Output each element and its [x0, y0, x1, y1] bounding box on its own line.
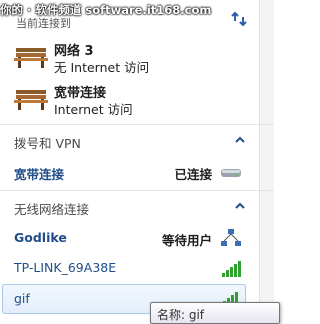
connection-name: Godlike	[14, 230, 67, 245]
wireless-row-godlike[interactable]: Godlike 等待用户	[0, 224, 274, 252]
refresh-icon[interactable]	[230, 10, 248, 28]
wireless-row-tplink[interactable]: TP-LINK_69A38E	[0, 254, 274, 282]
group-label: 拨号和 VPN	[14, 136, 81, 151]
connection-status: 已连接	[174, 167, 212, 182]
tooltip: 名称: gif	[150, 302, 280, 324]
broadband-subtitle: Internet 访问	[54, 102, 133, 117]
divider	[0, 190, 274, 191]
watermark-text: 你的 · 软件频道 software.it168.com	[0, 3, 212, 17]
connection-status: 等待用户	[161, 233, 212, 248]
modem-icon	[220, 162, 242, 182]
network-subtitle: 无 Internet 访问	[54, 60, 150, 75]
group-label: 无线网络连接	[14, 202, 90, 217]
bench-network-icon	[14, 42, 48, 70]
divider	[0, 124, 274, 125]
chevron-up-icon	[234, 134, 246, 146]
group-header-dialup[interactable]: 拨号和 VPN	[0, 128, 274, 154]
connection-name: gif	[14, 291, 30, 306]
current-network-item[interactable]: 网络 3 无 Internet 访问	[14, 40, 254, 76]
connection-name: 宽带连接	[14, 167, 65, 182]
wifi-signal-icon	[220, 258, 242, 278]
connection-row-broadband[interactable]: 宽带连接 已连接	[0, 158, 274, 186]
connection-name: TP-LINK_69A38E	[14, 260, 117, 275]
group-header-wireless[interactable]: 无线网络连接	[0, 194, 274, 220]
current-broadband-item[interactable]: 宽带连接 Internet 访问	[14, 82, 254, 118]
bench-network-icon	[14, 84, 48, 112]
chevron-up-icon	[234, 200, 246, 212]
adhoc-network-icon	[220, 228, 242, 248]
